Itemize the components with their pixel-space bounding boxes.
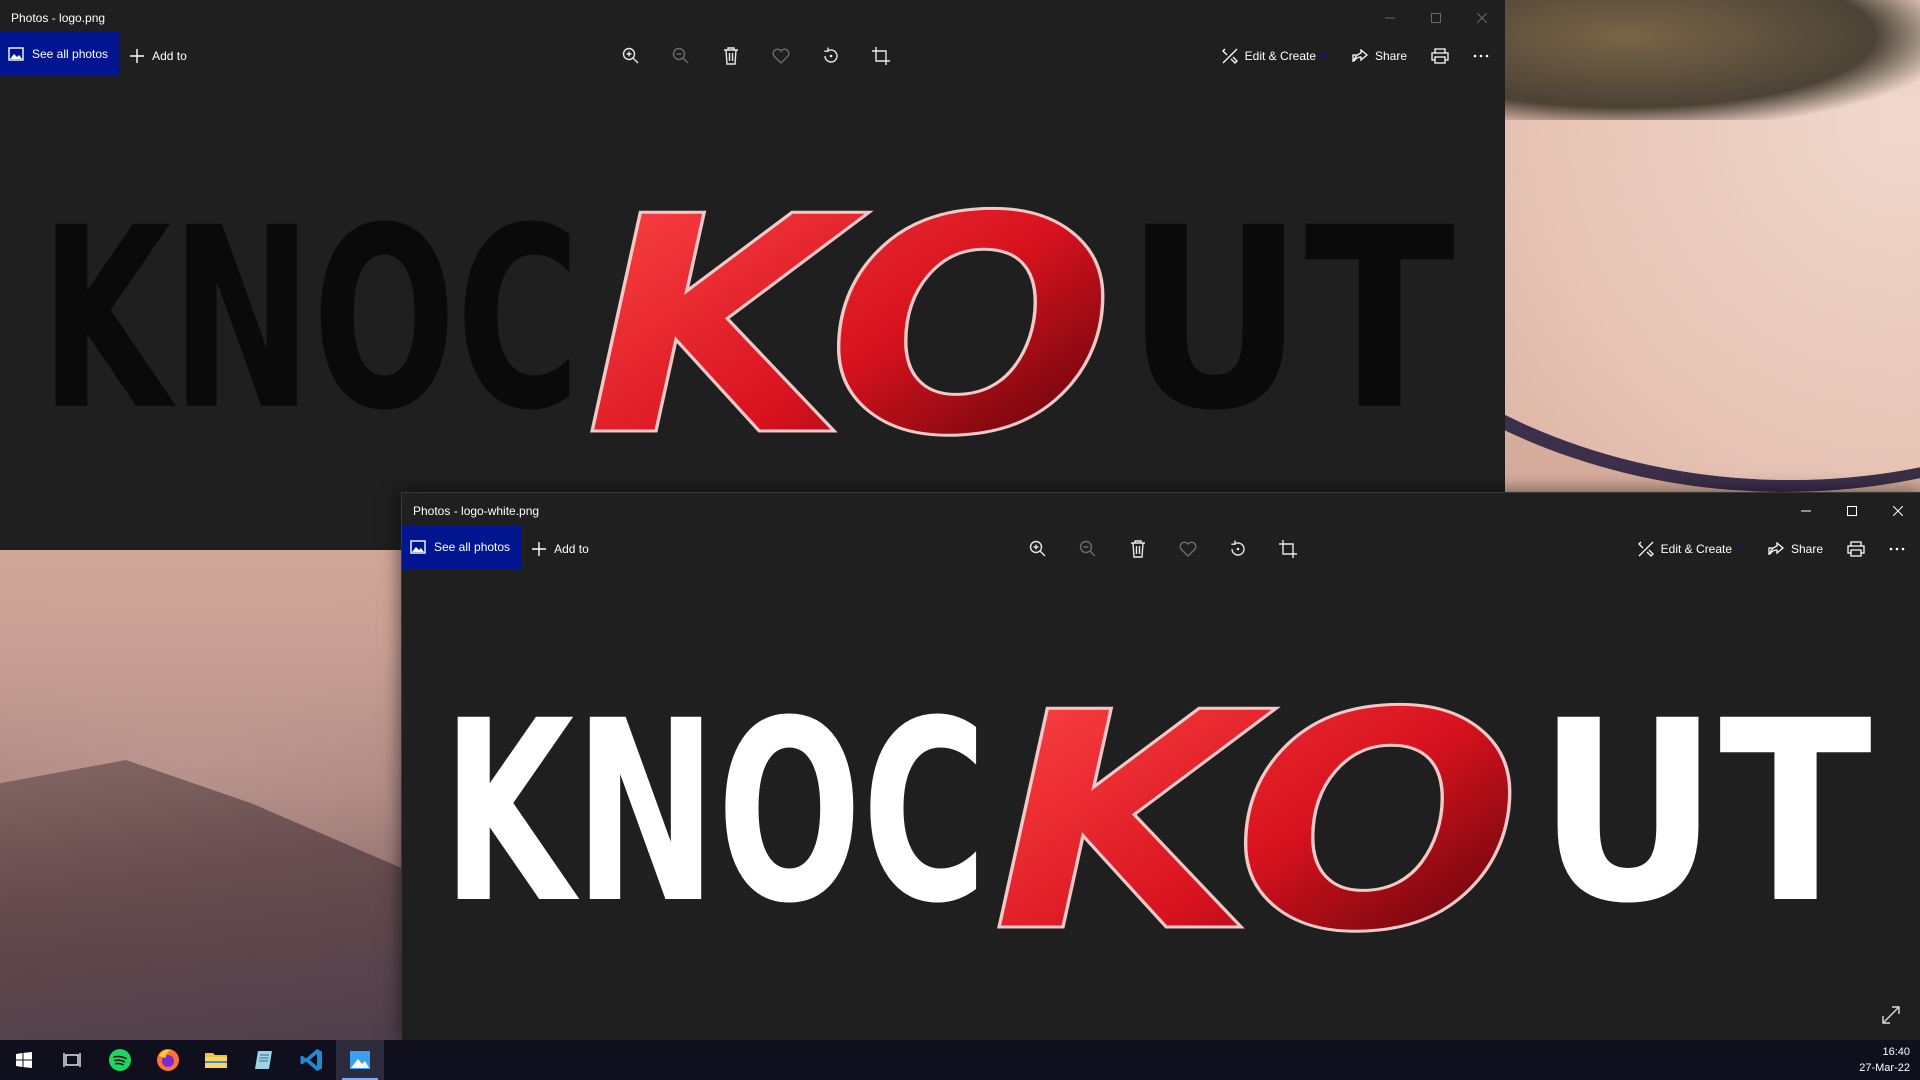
firefox-icon[interactable] (144, 1040, 192, 1080)
title-bar[interactable]: Photos - logo-white.png (402, 493, 1920, 529)
logo-text-ko: KO (992, 649, 1522, 998)
logo-text-knoc: KNOC (40, 174, 580, 465)
plus-icon (130, 49, 145, 63)
share-button[interactable]: Share (1342, 36, 1417, 76)
see-all-photos-label: See all photos (434, 540, 511, 554)
photos-window-front[interactable]: Photos - logo-white.png See all photos A… (401, 492, 1920, 1042)
share-button[interactable]: Share (1758, 529, 1833, 569)
share-icon (1768, 542, 1784, 555)
edit-create-icon (1221, 48, 1238, 64)
print-button[interactable] (1837, 529, 1875, 569)
edit-create-button[interactable]: Edit & Create ▼ (1628, 529, 1754, 569)
more-options-button[interactable] (1463, 36, 1499, 76)
zoom-in-icon[interactable] (617, 42, 645, 70)
share-label: Share (1374, 49, 1407, 63)
clock-date: 27-Mar-22 (1859, 1062, 1910, 1074)
task-view-icon[interactable] (48, 1040, 96, 1080)
print-icon (1431, 48, 1449, 64)
see-all-photos-button[interactable]: See all photos (402, 525, 523, 569)
notepad-icon[interactable] (240, 1040, 288, 1080)
file-explorer-icon[interactable] (192, 1040, 240, 1080)
logo-text-ut: UT (1125, 174, 1455, 465)
rotate-icon[interactable] (1224, 535, 1252, 563)
taskbar: 16:40 27-Mar-22 (0, 1040, 1920, 1080)
edit-create-button[interactable]: Edit & Create ▼ (1212, 36, 1338, 76)
add-to-label: Add to (152, 49, 187, 63)
window-title: Photos - logo.png (11, 11, 106, 25)
share-label: Share (1790, 542, 1823, 556)
more-options-button[interactable] (1879, 529, 1915, 569)
image-canvas[interactable]: KNOC KO UT (402, 569, 1920, 1041)
see-all-photos-label: See all photos (32, 47, 109, 61)
maximize-button[interactable] (1413, 0, 1459, 36)
logo-text-ko: KO (585, 153, 1115, 502)
favorite-heart-icon[interactable] (1174, 535, 1202, 563)
close-button[interactable] (1459, 0, 1505, 36)
toolbar: See all photos Add to Edit & Create ▼ Sh… (0, 32, 1505, 76)
delete-icon[interactable] (717, 42, 745, 70)
system-clock[interactable]: 16:40 27-Mar-22 (1859, 1044, 1910, 1076)
add-to-label: Add to (554, 542, 589, 556)
edit-create-icon (1637, 541, 1654, 557)
add-to-button[interactable]: Add to (532, 542, 589, 556)
clock-time: 16:40 (1882, 1046, 1910, 1058)
vscode-icon[interactable] (288, 1040, 336, 1080)
title-bar[interactable]: Photos - logo.png (0, 0, 1505, 36)
edit-create-label: Edit & Create (1244, 49, 1317, 63)
share-icon (1352, 49, 1368, 62)
plus-icon (532, 542, 547, 556)
photo-icon (8, 47, 24, 61)
photo-icon (410, 540, 426, 554)
delete-icon[interactable] (1124, 535, 1152, 563)
more-icon (1889, 547, 1905, 551)
wallpaper-shadow (1500, 0, 1920, 120)
add-to-button[interactable]: Add to (130, 49, 187, 63)
window-title: Photos - logo-white.png (413, 504, 540, 518)
logo-text-knoc: KNOC (442, 667, 987, 958)
print-icon (1847, 541, 1865, 557)
knockout-logo-image: KNOC KO UT (442, 648, 1872, 1000)
knockout-logo-image: KNOC KO UT (40, 152, 1455, 504)
zoom-in-icon[interactable] (1024, 535, 1052, 563)
minimize-button[interactable] (1783, 493, 1829, 529)
logo-text-ut: UT (1537, 667, 1872, 958)
crop-icon[interactable] (867, 42, 895, 70)
see-all-photos-button[interactable]: See all photos (0, 32, 121, 76)
photos-window-back[interactable]: Photos - logo.png See all photos Add to (0, 0, 1505, 550)
chevron-down-icon: ▼ (1735, 544, 1744, 554)
start-icon[interactable] (0, 1040, 48, 1080)
edit-create-label: Edit & Create (1660, 542, 1733, 556)
close-button[interactable] (1875, 493, 1920, 529)
print-button[interactable] (1421, 36, 1459, 76)
spotify-icon[interactable] (96, 1040, 144, 1080)
maximize-button[interactable] (1829, 493, 1875, 529)
more-icon (1473, 54, 1489, 58)
toolbar: See all photos Add to Edit & Create ▼ Sh… (402, 525, 1920, 569)
rotate-icon[interactable] (817, 42, 845, 70)
minimize-button[interactable] (1367, 0, 1413, 36)
image-canvas[interactable]: KNOC KO UT (0, 76, 1505, 550)
wallpaper-shore (0, 760, 420, 1050)
photos-icon[interactable] (336, 1040, 384, 1080)
fullscreen-expand-icon[interactable] (1877, 1001, 1905, 1029)
zoom-out-icon[interactable] (1074, 535, 1102, 563)
crop-icon[interactable] (1274, 535, 1302, 563)
chevron-down-icon: ▼ (1319, 51, 1328, 61)
zoom-out-icon[interactable] (667, 42, 695, 70)
favorite-heart-icon[interactable] (767, 42, 795, 70)
